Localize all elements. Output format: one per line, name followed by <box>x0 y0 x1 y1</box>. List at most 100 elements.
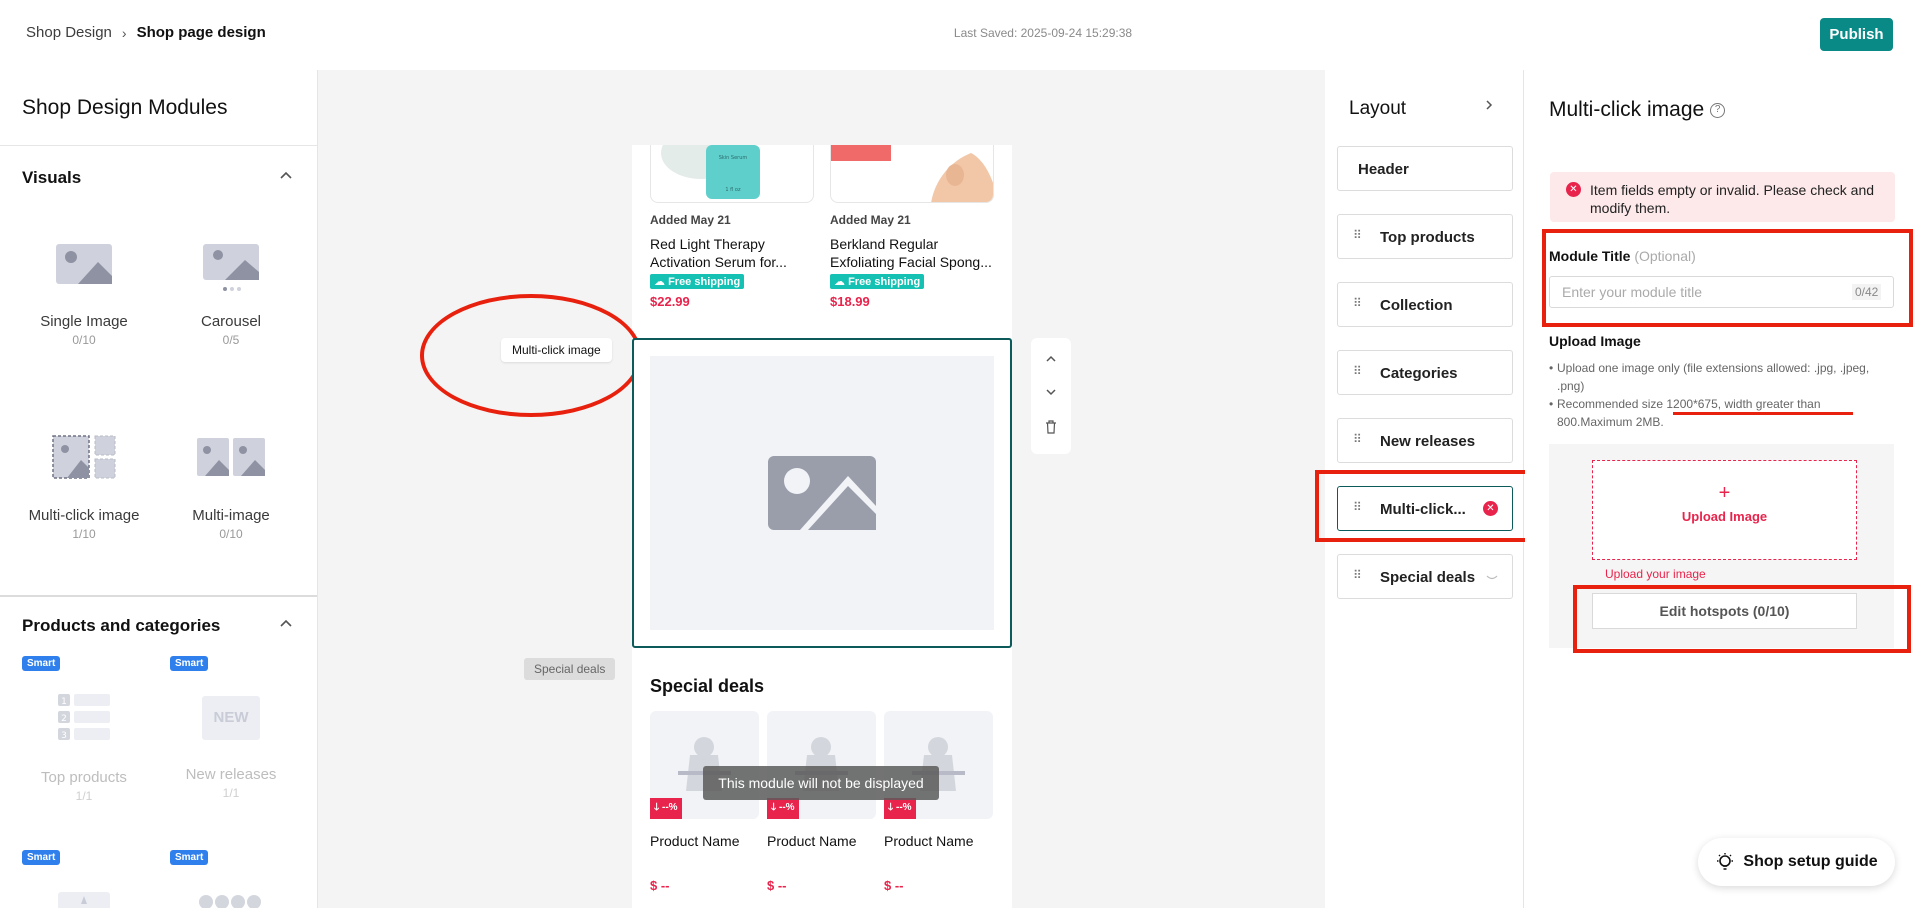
deal-price: $ -- <box>767 878 787 893</box>
move-up-icon[interactable] <box>1031 352 1071 366</box>
module-name: Multi-image <box>192 507 270 524</box>
smart-badge: Smart <box>22 850 61 865</box>
carousel-icon <box>203 244 259 291</box>
drag-handle-icon[interactable]: ⠿ <box>1353 568 1362 582</box>
module-name: New releases <box>185 766 277 783</box>
image-icon <box>56 244 112 284</box>
trash-icon[interactable] <box>1031 420 1071 437</box>
layout-item-header[interactable]: Header <box>1337 146 1513 191</box>
module-multi-image[interactable]: Multi-image 0/10 <box>157 434 305 541</box>
drag-handle-icon[interactable]: ⠿ <box>1353 500 1362 514</box>
deal-image: 🡓 --% <box>767 711 876 819</box>
product-price: $22.99 <box>650 294 690 309</box>
eye-off-icon[interactable] <box>1486 570 1498 584</box>
svg-text:1: 1 <box>61 697 67 707</box>
section-products-title[interactable]: Products and categories <box>22 616 220 636</box>
module-single-image[interactable]: Single Image 0/10 <box>10 240 158 347</box>
drag-handle-icon[interactable]: ⠿ <box>1353 228 1362 242</box>
layout-item-multi-click[interactable]: ⠿ Multi-click... ✕ <box>1337 486 1513 531</box>
last-saved-text: Last Saved: 2025-09-24 15:29:38 <box>953 26 1133 40</box>
discount-text: --% <box>895 802 912 813</box>
error-message: Item fields empty or invalid. Please che… <box>1590 182 1875 216</box>
shop-setup-guide-button[interactable]: Shop setup guide <box>1698 838 1895 886</box>
lightbulb-icon <box>1717 853 1734 870</box>
multi-click-module-preview[interactable] <box>632 338 1012 648</box>
layout-item-label: Categories <box>1380 365 1458 382</box>
module-top-products[interactable]: 1 2 3 Top products 1/1 <box>10 692 158 803</box>
discount-text: --% <box>661 802 678 813</box>
layout-item-collection[interactable]: ⠿ Collection <box>1337 282 1513 327</box>
module-label-multi-click[interactable]: Multi-click image <box>501 338 612 362</box>
hidden-module-notice: This module will not be displayed <box>703 766 939 800</box>
product-name: Berkland Regular Exfoliating Facial Spon… <box>830 236 992 270</box>
svg-text:3: 3 <box>61 731 67 741</box>
drag-handle-icon[interactable]: ⠿ <box>1353 432 1362 446</box>
deal-name: Product Name <box>767 833 857 849</box>
product-image <box>830 145 994 203</box>
chevron-right-icon[interactable] <box>1485 98 1493 116</box>
module-name: Single Image <box>40 313 128 330</box>
product-image: Skin Serum 1 fl oz <box>650 145 814 203</box>
settings-panel: Multi-click image ? ✕ Item fields empty … <box>1525 70 1917 908</box>
deal-price: $ -- <box>650 878 670 893</box>
preview-canvas: Skin Serum 1 fl oz Added May 21 Red Ligh… <box>318 70 1325 908</box>
annotation-underline <box>1673 412 1853 415</box>
product-card[interactable]: Skin Serum 1 fl oz Added May 21 Red Ligh… <box>650 145 814 309</box>
top-bar: Shop Design › Shop page design Last Save… <box>0 0 1917 70</box>
layout-item-categories[interactable]: ⠿ Categories <box>1337 350 1513 395</box>
upload-rule: Upload one image only (file extensions a… <box>1549 359 1894 395</box>
new-icon: NEW <box>202 696 260 740</box>
multi-image-icon <box>197 438 265 476</box>
discount-badge: 🡓 --% <box>767 798 799 819</box>
layout-title: Layout <box>1349 98 1407 119</box>
category-icon <box>58 892 110 908</box>
deal-card[interactable]: 🡓 --% Product Name $ -- <box>767 711 876 893</box>
ranking-list-icon: 1 2 3 <box>58 694 110 741</box>
module-new-releases[interactable]: NEW New releases 1/1 <box>157 692 305 800</box>
layout-item-label: Collection <box>1380 297 1453 314</box>
drag-handle-icon[interactable]: ⠿ <box>1353 364 1362 378</box>
layout-panel: Layout Header ⠿ Top products ⠿ Collectio… <box>1315 70 1531 908</box>
error-icon: ✕ <box>1566 182 1581 197</box>
optional-text: (Optional) <box>1634 248 1696 264</box>
module-title-input[interactable] <box>1549 276 1894 308</box>
publish-button[interactable]: Publish <box>1820 18 1893 51</box>
move-down-icon[interactable] <box>1031 385 1071 399</box>
svg-text:2: 2 <box>61 714 67 724</box>
product-price: $18.99 <box>830 294 870 309</box>
upload-rules: Upload one image only (file extensions a… <box>1549 359 1894 431</box>
section-visuals-title[interactable]: Visuals <box>22 168 81 188</box>
layout-item-special-deals[interactable]: ⠿ Special deals <box>1337 554 1513 599</box>
layout-item-top-products[interactable]: ⠿ Top products <box>1337 214 1513 259</box>
module-multi-click-image[interactable]: Multi-click image 1/10 <box>10 434 158 541</box>
deal-card[interactable]: 🡓 --% Product Name $ -- <box>884 711 993 893</box>
upload-hint: Upload your image <box>1605 567 1706 581</box>
deal-card[interactable]: 🡓 --% Product Name $ -- <box>650 711 759 893</box>
smart-badge: Smart <box>170 850 209 865</box>
char-counter: 0/42 <box>1852 284 1882 300</box>
layout-item-label: Special deals <box>1380 569 1476 586</box>
chevron-up-icon[interactable] <box>279 616 293 631</box>
upload-image-dropzone[interactable]: + Upload Image <box>1592 460 1857 560</box>
module-carousel[interactable]: Carousel 0/5 <box>157 240 305 347</box>
discount-badge: 🡓 --% <box>884 798 916 819</box>
upload-image-label: Upload Image <box>1681 509 1768 524</box>
module-label-special-deals[interactable]: Special deals <box>524 658 616 680</box>
layout-item-new-releases[interactable]: ⠿ New releases <box>1337 418 1513 463</box>
module-count: 0/5 <box>222 333 240 347</box>
shipping-text: Free shipping <box>668 276 741 288</box>
svg-text:Skin Serum: Skin Serum <box>719 155 748 161</box>
module-count: 1/1 <box>75 789 93 803</box>
drag-handle-icon[interactable]: ⠿ <box>1353 296 1362 310</box>
module-title-label-text: Module Title <box>1549 248 1631 264</box>
free-shipping-badge: ☁ Free shipping <box>830 274 925 289</box>
multi-click-icon <box>52 435 116 479</box>
circles-icon <box>198 892 262 908</box>
upload-image-title: Upload Image <box>1549 333 1641 349</box>
deal-image: 🡓 --% <box>650 711 759 819</box>
help-icon[interactable]: ? <box>1710 102 1726 118</box>
panel-title: Shop Design Modules <box>22 96 228 119</box>
chevron-up-icon[interactable] <box>279 168 293 183</box>
deal-name: Product Name <box>650 833 740 849</box>
product-card[interactable]: Added May 21 Berkland Regular Exfoliatin… <box>830 145 994 309</box>
